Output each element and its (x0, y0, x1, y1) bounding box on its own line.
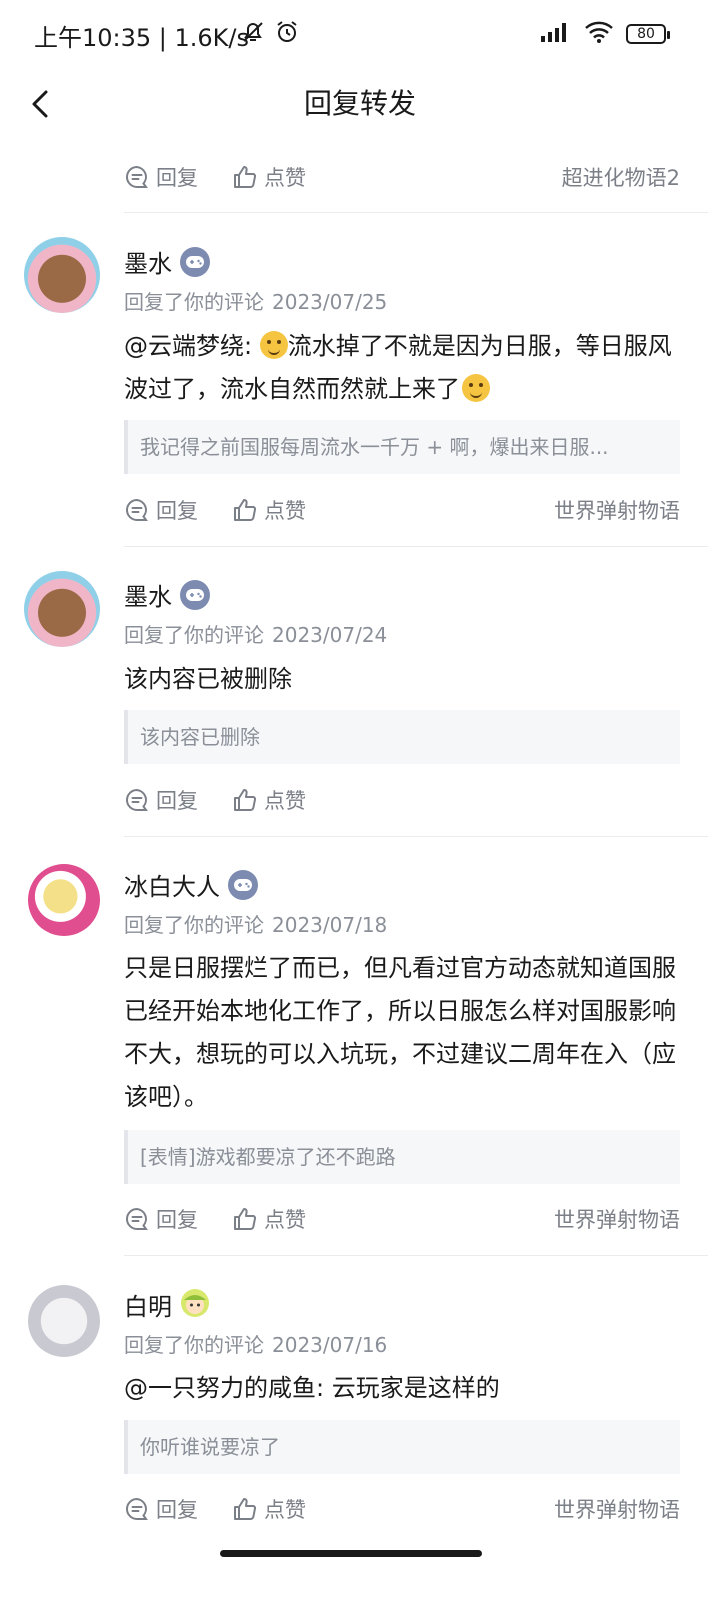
reply-icon (126, 1497, 148, 1520)
reply-button[interactable]: 回复 (124, 785, 198, 815)
alarm-clock-icon (274, 19, 300, 49)
source-game-link[interactable]: 世界弹射物语 (554, 1204, 680, 1234)
reply-button[interactable]: 回复 (124, 1494, 198, 1524)
home-indicator[interactable] (220, 1550, 482, 1557)
comment-meta: 回复了你的评论 2023/07/25 (124, 290, 388, 314)
comment-actions: 回复 点赞 超进化物语2 (124, 157, 680, 197)
like-button[interactable]: 点赞 (232, 162, 306, 192)
status-bar: 上午10:35 | 1.6K/s 80 (0, 0, 720, 68)
avatar[interactable] (28, 1285, 100, 1357)
reply-icon (126, 498, 148, 521)
divider (124, 836, 708, 837)
reply-icon (126, 788, 148, 811)
gamepad-badge-icon (180, 246, 210, 277)
mention-text[interactable]: @云端梦绕: (124, 332, 260, 360)
quoted-comment[interactable]: 该内容已删除 (124, 710, 680, 764)
like-button[interactable]: 点赞 (232, 1494, 306, 1524)
divider (124, 212, 708, 213)
comment-actions: 回复 点赞 世界弹射物语 (124, 1199, 680, 1239)
comment-meta: 回复了你的评论 2023/07/18 (124, 913, 388, 937)
user-name[interactable]: 白明 (124, 1287, 172, 1322)
mute-bell-icon (240, 19, 266, 49)
divider (124, 546, 708, 547)
like-button[interactable]: 点赞 (232, 785, 306, 815)
comment-date: 2023/07/24 (272, 623, 388, 647)
signal-icon (540, 21, 572, 47)
user-name[interactable]: 墨水 (124, 577, 172, 612)
divider (124, 1255, 708, 1256)
thumbs-up-icon (234, 166, 257, 188)
thumbs-up-icon (234, 499, 257, 521)
comment-meta: 回复了你的评论 2023/07/16 (124, 1333, 388, 1357)
reply-button[interactable]: 回复 (124, 162, 198, 192)
source-game-link[interactable]: 世界弹射物语 (554, 1494, 680, 1524)
user-name[interactable]: 冰白大人 (124, 867, 220, 902)
shush-emoji-icon (259, 331, 288, 359)
status-time: 上午10:35 | 1.6K/s (34, 24, 250, 52)
comment-date: 2023/07/25 (272, 290, 388, 314)
source-game-link[interactable]: 超进化物语2 (562, 162, 680, 192)
comment-content: @云端梦绕: 流水掉了不就是因为日服，等日服风波过了，流水自然而然就上来了 (124, 331, 672, 403)
comment-content: 只是日服摆烂了而已，但凡看过官方动态就知道国服已经开始本地化工作了，所以日服怎么… (124, 954, 676, 1111)
quoted-comment[interactable]: [表情]游戏都要凉了还不跑路 (124, 1130, 680, 1184)
comment-meta: 回复了你的评论 2023/07/24 (124, 623, 388, 647)
avatar[interactable] (28, 864, 100, 936)
wifi-icon (584, 20, 614, 48)
quoted-comment[interactable]: 我记得之前国服每周流水一千万 + 啊，爆出来日服... (124, 420, 680, 474)
avatar[interactable] (24, 237, 100, 313)
comment-content: 该内容已被删除 (124, 665, 292, 693)
comment-actions: 回复 点赞 世界弹射物语 (124, 490, 680, 530)
reply-button[interactable]: 回复 (124, 1204, 198, 1234)
thumbs-up-icon (234, 789, 257, 811)
avatar[interactable] (24, 571, 100, 647)
comment-content: @一只努力的咸鱼: 云玩家是这样的 (124, 1374, 500, 1402)
comment-actions: 回复 点赞 (124, 780, 680, 820)
thumbs-up-icon (234, 1498, 257, 1520)
source-game-link[interactable]: 世界弹射物语 (554, 495, 680, 525)
reply-icon (126, 1207, 148, 1230)
page-title: 回复转发 (303, 87, 416, 120)
sweat-smile-emoji-icon (462, 374, 490, 402)
quoted-comment[interactable]: 你听谁说要凉了 (124, 1420, 680, 1474)
user-name[interactable]: 墨水 (124, 244, 172, 279)
comment-actions: 回复 点赞 世界弹射物语 (124, 1489, 680, 1529)
battery-icon: 80 (626, 24, 670, 44)
character-badge-icon (180, 1288, 210, 1322)
gamepad-badge-icon (228, 869, 258, 900)
like-button[interactable]: 点赞 (232, 1204, 306, 1234)
reply-icon (126, 165, 148, 188)
reply-button[interactable]: 回复 (124, 495, 198, 525)
like-button[interactable]: 点赞 (232, 495, 306, 525)
comment-date: 2023/07/16 (272, 1333, 388, 1357)
thumbs-up-icon (234, 1208, 257, 1230)
header: 回复转发 (0, 68, 720, 138)
comment-date: 2023/07/18 (272, 913, 388, 937)
gamepad-badge-icon (180, 579, 210, 610)
